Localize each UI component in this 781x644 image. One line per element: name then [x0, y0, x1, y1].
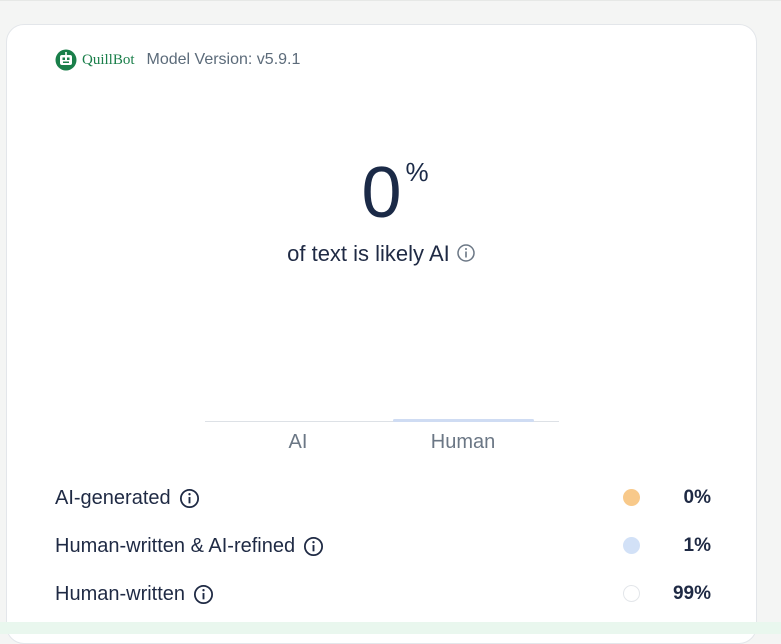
info-icon[interactable] [303, 536, 324, 557]
breakdown-label-wrap: AI-generated [55, 487, 200, 510]
card-header: QuillBot Model Version: v5.9.1 [55, 49, 300, 71]
score-value: 0 [361, 153, 402, 233]
breakdown-label: Human-written [55, 582, 186, 605]
info-icon[interactable] [179, 488, 200, 509]
bottom-strip [0, 622, 781, 634]
score-caption: of text is likely AI [287, 241, 450, 266]
breakdown-row-ai-generated: AI-generated 0% [55, 483, 711, 513]
quillbot-logo-icon [55, 49, 77, 71]
tab-indicator [393, 419, 534, 422]
brand-name: QuillBot [82, 51, 135, 68]
score-caption-line: of text is likely AI [7, 241, 756, 267]
ai-generated-color-dot [623, 489, 640, 506]
result-tabs: AI Human [205, 419, 559, 479]
info-icon[interactable] [193, 584, 214, 605]
breakdown-label: Human-written & AI-refined [55, 534, 296, 557]
ai-score: 0 % [7, 153, 756, 233]
score-value-wrap: 0 % [361, 153, 428, 233]
breakdown-value: 0% [683, 487, 711, 508]
score-unit: % [405, 157, 429, 187]
breakdown-value: 99% [672, 583, 711, 604]
ai-detection-card: QuillBot Model Version: v5.9.1 0 % of te… [6, 24, 757, 644]
breakdown-value: 1% [683, 535, 711, 556]
breakdown-row-human-written: Human-written 99% [55, 579, 711, 609]
tab-human[interactable]: Human [393, 431, 533, 454]
info-icon[interactable] [456, 241, 476, 266]
breakdown-label-wrap: Human-written [55, 583, 214, 606]
top-divider [0, 0, 781, 1]
human-written-color-dot [623, 585, 640, 602]
breakdown-label: AI-generated [55, 486, 171, 509]
breakdown-row-human-ai-refined: Human-written & AI-refined 1% [55, 531, 711, 561]
tab-ai[interactable]: AI [228, 431, 368, 454]
ai-refined-color-dot [623, 537, 640, 554]
model-version: Model Version: v5.9.1 [146, 51, 301, 68]
breakdown-label-wrap: Human-written & AI-refined [55, 535, 324, 558]
